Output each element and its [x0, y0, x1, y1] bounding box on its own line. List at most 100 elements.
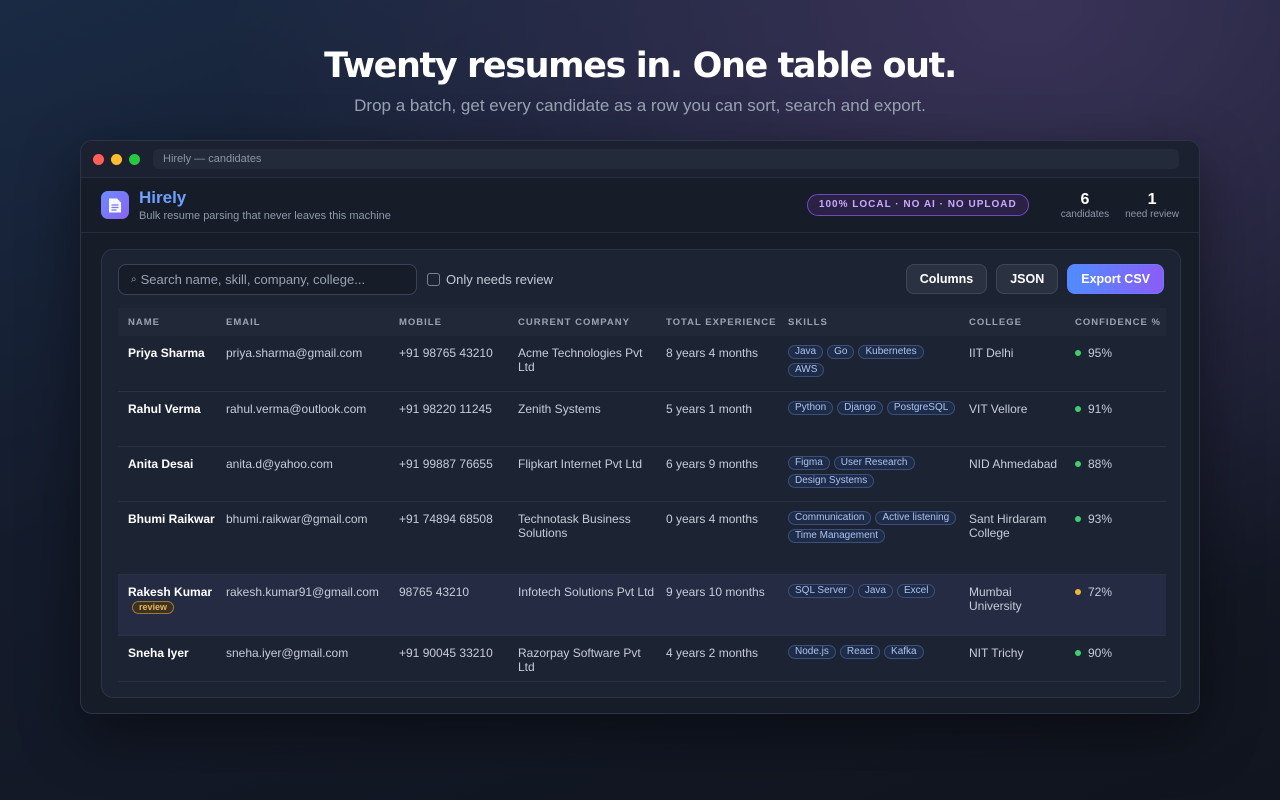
- name-cell: Priya Sharma: [118, 336, 216, 392]
- column-header-email[interactable]: Email: [216, 308, 389, 336]
- mobile-cell: +91 74894 68508: [389, 501, 508, 575]
- hero-title: Twenty resumes in. One table out.: [324, 46, 957, 86]
- email-cell: anita.d@yahoo.com: [216, 446, 389, 502]
- mobile-cell: +91 98765 43210: [389, 336, 508, 392]
- column-header-mobile[interactable]: Mobile: [389, 308, 508, 336]
- candidate-mobile: +91 99887 76655: [399, 456, 493, 471]
- candidate-college: VIT Vellore: [969, 401, 1028, 416]
- experience-cell: 9 years 10 months: [656, 574, 778, 636]
- skill-chip: Communication: [788, 510, 872, 525]
- confidence-cell: 72%: [1065, 574, 1166, 636]
- skill-chip: Design Systems: [788, 473, 875, 488]
- column-header-skills[interactable]: Skills: [778, 308, 959, 336]
- mobile-cell: +91 99887 76655: [389, 446, 508, 502]
- confidence-value: 91%: [1088, 401, 1113, 416]
- skill-chip: Java: [788, 345, 824, 359]
- column-header-experience[interactable]: Total Experience: [656, 308, 778, 336]
- hero-subtitle: Drop a batch, get every candidate as a r…: [354, 96, 926, 115]
- toolbar: ⌕ Only needs review Columns JSON Export …: [102, 250, 1180, 308]
- company-cell: Technotask Business Solutions: [508, 501, 656, 575]
- candidate-mobile: +91 74894 68508: [399, 511, 493, 526]
- college-cell: NIT Trichy: [959, 635, 1065, 682]
- table-row[interactable]: Rakesh Kumar review rakesh.kumar91@gmail.c…: [118, 574, 1166, 636]
- review-filter-checkbox[interactable]: [427, 272, 440, 286]
- candidate-name: Sneha Iyer: [128, 645, 189, 660]
- brand: Hirely Bulk resume parsing that never le…: [139, 188, 391, 222]
- skill-chip: Django: [837, 400, 883, 415]
- confidence-value: 88%: [1088, 456, 1113, 471]
- candidate-college: Mumbai University: [969, 584, 1022, 613]
- confidence-cell: 93%: [1065, 501, 1166, 575]
- table-row[interactable]: Anita Desai anita.d@yahoo.com +91 99887 76…: [118, 446, 1166, 502]
- candidate-email: sneha.iyer@gmail.com: [226, 645, 349, 660]
- name-cell: Bhumi Raikwar: [118, 501, 216, 575]
- candidate-experience: 6 years 9 months: [666, 456, 759, 471]
- candidate-company: Zenith Systems: [518, 401, 601, 416]
- confidence-cell: 95%: [1065, 336, 1166, 392]
- skill-chip: Python: [788, 400, 834, 415]
- minimize-window-button[interactable]: [111, 153, 122, 165]
- candidate-experience: 5 years 1 month: [666, 401, 753, 416]
- status-dot-icon: [1075, 588, 1081, 595]
- candidate-email: bhumi.raikwar@gmail.com: [226, 511, 368, 526]
- college-cell: Sant Hirdaram College: [959, 501, 1065, 575]
- skill-chip: Java: [857, 583, 893, 598]
- confidence: 72%: [1075, 585, 1166, 599]
- candidate-experience: 0 years 4 months: [666, 511, 759, 526]
- company-cell: Zenith Systems: [508, 391, 656, 447]
- columns-button[interactable]: Columns: [905, 264, 988, 294]
- candidates-count: 6: [1080, 190, 1090, 208]
- table-row[interactable]: Rahul Verma rahul.verma@outlook.com +91 98…: [118, 391, 1166, 447]
- column-header-confidence[interactable]: Confidence %: [1065, 308, 1166, 336]
- candidate-name: Priya Sharma: [128, 346, 205, 360]
- candidates-label: candidates: [1060, 208, 1110, 220]
- status-dot-icon: [1075, 350, 1081, 356]
- skill-chip: React: [839, 644, 881, 659]
- column-header-company[interactable]: Current Company: [508, 308, 656, 336]
- skill-chip: User Research: [833, 455, 915, 470]
- candidate-college: Sant Hirdaram College: [969, 511, 1047, 540]
- candidate-college: NIT Trichy: [969, 645, 1024, 660]
- close-window-button[interactable]: [93, 153, 104, 165]
- candidate-experience: 9 years 10 months: [666, 584, 765, 599]
- candidate-email: priya.sharma@gmail.com: [226, 346, 363, 360]
- mobile-cell: +91 90045 33210: [389, 635, 508, 682]
- column-header-name[interactable]: Name: [118, 308, 216, 336]
- candidate-mobile: 98765 43210: [399, 584, 470, 599]
- export-csv-button[interactable]: Export CSV: [1067, 264, 1164, 294]
- privacy-badge: 100% LOCAL · NO AI · NO UPLOAD: [806, 194, 1029, 216]
- search-icon: ⌕: [131, 273, 137, 285]
- skills-list: Node.js React Kafka: [788, 644, 959, 659]
- skill-chip: Excel: [897, 583, 936, 598]
- company-cell: Razorpay Software Pvt Ltd: [508, 635, 656, 682]
- table-row[interactable]: Priya Sharma priya.sharma@gmail.com +91 98…: [118, 336, 1166, 392]
- json-button[interactable]: JSON: [996, 264, 1059, 294]
- college-cell: IIT Delhi: [959, 336, 1065, 392]
- review-filter[interactable]: Only needs review: [427, 272, 553, 287]
- table-row[interactable]: Bhumi Raikwar bhumi.raikwar@gmail.com +91 …: [118, 501, 1166, 575]
- candidate-mobile: +91 98220 11245: [399, 401, 492, 416]
- search-input[interactable]: [140, 271, 401, 287]
- email-cell: rahul.verma@outlook.com: [216, 391, 389, 447]
- candidates-table: Name Email Mobile Current Company Total …: [118, 308, 1166, 682]
- name-cell: Rakesh Kumar review: [118, 574, 216, 636]
- need-review-label: need review: [1125, 208, 1179, 220]
- college-cell: VIT Vellore: [959, 391, 1065, 447]
- document-icon: [101, 191, 129, 219]
- experience-cell: 6 years 9 months: [656, 446, 778, 502]
- need-review-stat: 1 need review: [1125, 191, 1179, 220]
- experience-cell: 8 years 4 months: [656, 336, 778, 392]
- experience-cell: 5 years 1 month: [656, 391, 778, 447]
- confidence-cell: 90%: [1065, 635, 1166, 682]
- company-cell: Acme Technologies Pvt Ltd: [508, 336, 656, 392]
- confidence-value: 95%: [1088, 346, 1113, 360]
- candidate-company: Acme Technologies Pvt Ltd: [518, 346, 643, 374]
- column-header-college[interactable]: College: [959, 308, 1065, 336]
- experience-cell: 0 years 4 months: [656, 501, 778, 575]
- table-row[interactable]: Sneha Iyer sneha.iyer@gmail.com +91 90045 …: [118, 635, 1166, 682]
- candidate-name: Bhumi Raikwar: [128, 511, 215, 526]
- candidates-panel: ⌕ Only needs review Columns JSON Export …: [101, 249, 1181, 698]
- skills-list: Java Go Kubernetes AWS: [788, 345, 959, 377]
- maximize-window-button[interactable]: [129, 153, 140, 165]
- search-box[interactable]: ⌕: [118, 263, 417, 295]
